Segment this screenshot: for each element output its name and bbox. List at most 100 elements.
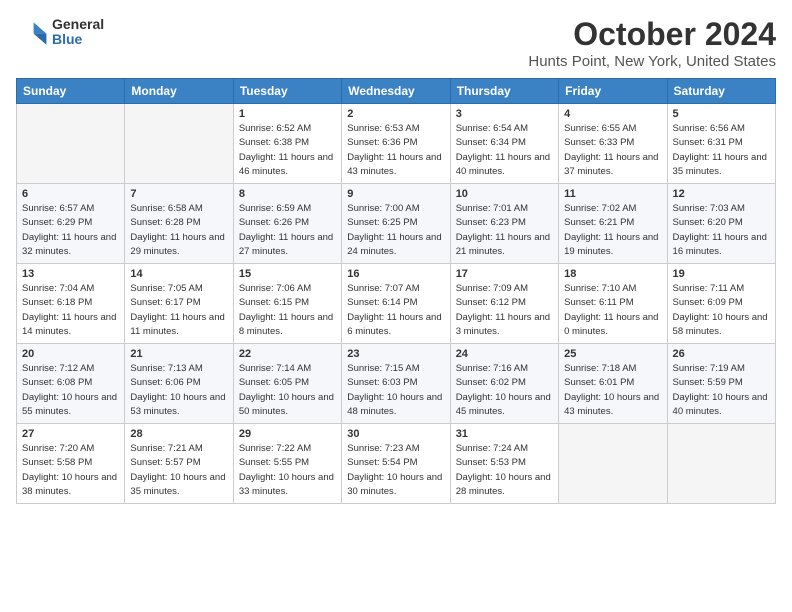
day-detail: Sunrise: 7:12 AM Sunset: 6:08 PM Dayligh… [22,362,119,419]
calendar-week-row: 20 Sunrise: 7:12 AM Sunset: 6:08 PM Dayli… [17,344,776,424]
day-detail: Sunrise: 7:23 AM Sunset: 5:54 PM Dayligh… [347,442,444,499]
logo: General Blue [16,16,104,48]
calendar-cell: 12 Sunrise: 7:03 AM Sunset: 6:20 PM Dayli… [667,184,775,264]
calendar-cell: 25 Sunrise: 7:18 AM Sunset: 6:01 PM Dayli… [559,344,667,424]
calendar-cell: 22Sunrise: 7:14 AM Sunset: 6:05 PM Dayli… [233,344,341,424]
calendar-cell: 6 Sunrise: 6:57 AM Sunset: 6:29 PM Daylig… [17,184,125,264]
day-number: 3 [456,108,553,120]
day-number: 31 [456,428,553,440]
day-detail: Sunrise: 7:16 AM Sunset: 6:02 PM Dayligh… [456,362,553,419]
day-detail: Sunrise: 7:20 AM Sunset: 5:58 PM Dayligh… [22,442,119,499]
col-header-sunday: Sunday [17,79,125,104]
day-number: 22 [239,348,336,360]
day-number: 24 [456,348,553,360]
day-detail: Sunrise: 7:03 AM Sunset: 6:20 PM Dayligh… [673,202,770,259]
calendar-cell: 17 Sunrise: 7:09 AM Sunset: 6:12 PM Dayli… [450,264,558,344]
day-detail: Sunrise: 6:52 AM Sunset: 6:38 PM Dayligh… [239,122,336,179]
calendar-cell: 20 Sunrise: 7:12 AM Sunset: 6:08 PM Dayli… [17,344,125,424]
day-number: 28 [130,428,227,440]
day-detail: Sunrise: 7:21 AM Sunset: 5:57 PM Dayligh… [130,442,227,499]
day-detail: Sunrise: 7:09 AM Sunset: 6:12 PM Dayligh… [456,282,553,339]
calendar-cell: 8 Sunrise: 6:59 AM Sunset: 6:26 PM Daylig… [233,184,341,264]
day-detail: Sunrise: 7:13 AM Sunset: 6:06 PM Dayligh… [130,362,227,419]
day-number: 19 [673,268,770,280]
calendar-week-row: 13 Sunrise: 7:04 AM Sunset: 6:18 PM Dayli… [17,264,776,344]
day-number: 6 [22,188,119,200]
title-block: October 2024 Hunts Point, New York, Unit… [528,16,776,70]
calendar-cell: 31 Sunrise: 7:24 AM Sunset: 5:53 PM Dayli… [450,424,558,504]
logo-text: General Blue [52,17,104,48]
day-number: 21 [130,348,227,360]
day-detail: Sunrise: 7:06 AM Sunset: 6:15 PM Dayligh… [239,282,336,339]
calendar-cell: 18Sunrise: 7:10 AM Sunset: 6:11 PM Dayli… [559,264,667,344]
day-number: 18 [564,268,661,280]
calendar-cell: 21 Sunrise: 7:13 AM Sunset: 6:06 PM Dayli… [125,344,233,424]
day-number: 11 [564,188,661,200]
day-detail: Sunrise: 7:11 AM Sunset: 6:09 PM Dayligh… [673,282,770,339]
calendar-cell: 16Sunrise: 7:07 AM Sunset: 6:14 PM Dayli… [342,264,450,344]
day-number: 9 [347,188,444,200]
day-number: 15 [239,268,336,280]
day-number: 7 [130,188,227,200]
day-number: 12 [673,188,770,200]
day-number: 13 [22,268,119,280]
month-title: October 2024 [528,16,776,53]
day-detail: Sunrise: 6:56 AM Sunset: 6:31 PM Dayligh… [673,122,770,179]
day-number: 25 [564,348,661,360]
day-detail: Sunrise: 7:00 AM Sunset: 6:25 PM Dayligh… [347,202,444,259]
day-number: 27 [22,428,119,440]
calendar-cell [17,104,125,184]
col-header-monday: Monday [125,79,233,104]
calendar-cell: 29 Sunrise: 7:22 AM Sunset: 5:55 PM Dayli… [233,424,341,504]
day-number: 2 [347,108,444,120]
day-number: 29 [239,428,336,440]
day-detail: Sunrise: 7:04 AM Sunset: 6:18 PM Dayligh… [22,282,119,339]
calendar-cell: 23Sunrise: 7:15 AM Sunset: 6:03 PM Dayli… [342,344,450,424]
day-number: 4 [564,108,661,120]
day-detail: Sunrise: 7:15 AM Sunset: 6:03 PM Dayligh… [347,362,444,419]
col-header-thursday: Thursday [450,79,558,104]
day-number: 26 [673,348,770,360]
calendar-cell: 5 Sunrise: 6:56 AM Sunset: 6:31 PM Daylig… [667,104,775,184]
calendar-cell: 4 Sunrise: 6:55 AM Sunset: 6:33 PM Daylig… [559,104,667,184]
calendar-cell: 19 Sunrise: 7:11 AM Sunset: 6:09 PM Dayli… [667,264,775,344]
day-number: 5 [673,108,770,120]
day-detail: Sunrise: 7:01 AM Sunset: 6:23 PM Dayligh… [456,202,553,259]
col-header-tuesday: Tuesday [233,79,341,104]
day-number: 10 [456,188,553,200]
calendar-cell: 28 Sunrise: 7:21 AM Sunset: 5:57 PM Dayli… [125,424,233,504]
calendar-cell: 30 Sunrise: 7:23 AM Sunset: 5:54 PM Dayli… [342,424,450,504]
calendar-cell [125,104,233,184]
day-detail: Sunrise: 7:18 AM Sunset: 6:01 PM Dayligh… [564,362,661,419]
day-detail: Sunrise: 7:05 AM Sunset: 6:17 PM Dayligh… [130,282,227,339]
calendar-cell: 7Sunrise: 6:58 AM Sunset: 6:28 PM Daylig… [125,184,233,264]
calendar-cell: 3 Sunrise: 6:54 AM Sunset: 6:34 PM Daylig… [450,104,558,184]
day-number: 17 [456,268,553,280]
day-detail: Sunrise: 7:24 AM Sunset: 5:53 PM Dayligh… [456,442,553,499]
calendar-cell: 10 Sunrise: 7:01 AM Sunset: 6:23 PM Dayli… [450,184,558,264]
location: Hunts Point, New York, United States [528,53,776,70]
day-number: 14 [130,268,227,280]
day-number: 1 [239,108,336,120]
day-detail: Sunrise: 7:02 AM Sunset: 6:21 PM Dayligh… [564,202,661,259]
day-number: 8 [239,188,336,200]
calendar-cell: 26 Sunrise: 7:19 AM Sunset: 5:59 PM Dayli… [667,344,775,424]
day-detail: Sunrise: 6:59 AM Sunset: 6:26 PM Dayligh… [239,202,336,259]
calendar-cell: 27 Sunrise: 7:20 AM Sunset: 5:58 PM Dayli… [17,424,125,504]
calendar-cell: 14 Sunrise: 7:05 AM Sunset: 6:17 PM Dayli… [125,264,233,344]
day-number: 16 [347,268,444,280]
calendar-cell: 2Sunrise: 6:53 AM Sunset: 6:36 PM Daylig… [342,104,450,184]
day-number: 30 [347,428,444,440]
day-detail: Sunrise: 6:57 AM Sunset: 6:29 PM Dayligh… [22,202,119,259]
day-detail: Sunrise: 7:22 AM Sunset: 5:55 PM Dayligh… [239,442,336,499]
col-header-friday: Friday [559,79,667,104]
calendar-cell: 15 Sunrise: 7:06 AM Sunset: 6:15 PM Dayli… [233,264,341,344]
calendar-cell: 11 Sunrise: 7:02 AM Sunset: 6:21 PM Dayli… [559,184,667,264]
col-header-saturday: Saturday [667,79,775,104]
calendar-week-row: 6 Sunrise: 6:57 AM Sunset: 6:29 PM Daylig… [17,184,776,264]
day-detail: Sunrise: 6:54 AM Sunset: 6:34 PM Dayligh… [456,122,553,179]
day-number: 20 [22,348,119,360]
day-detail: Sunrise: 7:19 AM Sunset: 5:59 PM Dayligh… [673,362,770,419]
day-detail: Sunrise: 6:55 AM Sunset: 6:33 PM Dayligh… [564,122,661,179]
col-header-wednesday: Wednesday [342,79,450,104]
